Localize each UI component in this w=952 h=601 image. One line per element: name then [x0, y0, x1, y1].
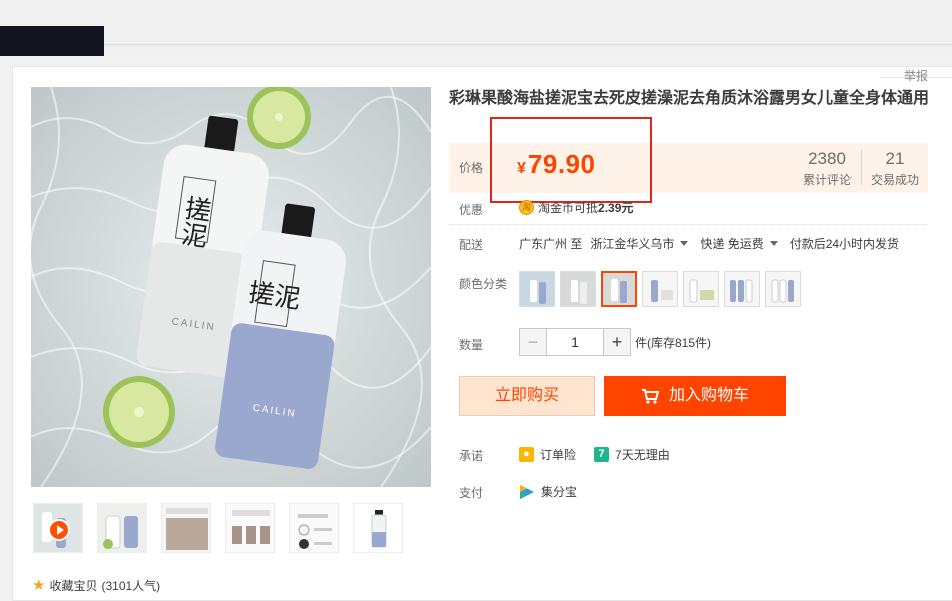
- thumbnail-3[interactable]: [161, 503, 211, 553]
- thumbnail-image: [162, 504, 210, 552]
- quantity-input[interactable]: 1: [547, 328, 603, 356]
- sku-option[interactable]: [560, 271, 596, 307]
- destination-text: 浙江金华义乌市: [590, 237, 675, 251]
- shipping-method-text: 快递 免运费: [700, 237, 764, 251]
- quantity-increase-button[interactable]: +: [603, 328, 631, 356]
- coupon-prefix: 淘金币可抵: [538, 201, 599, 215]
- thumbnail-strip: [33, 503, 403, 553]
- coupon-info: 淘 淘金币可抵2.39元: [519, 199, 633, 216]
- quantity-label: 数量: [459, 338, 484, 352]
- sku-thumbnail: [766, 272, 800, 306]
- thumbnail-image: [290, 504, 338, 552]
- sku-option[interactable]: [724, 271, 760, 307]
- dark-header-block: [0, 26, 104, 56]
- play-icon[interactable]: [48, 519, 70, 541]
- sku-thumbnail: [643, 272, 677, 306]
- price-label: 价格: [459, 161, 484, 175]
- favorite-count: (3101人气): [101, 579, 161, 593]
- thumbnail-6[interactable]: [353, 503, 403, 553]
- sku-option[interactable]: [765, 271, 801, 307]
- favorite-label: 收藏宝贝: [49, 579, 98, 593]
- add-to-cart-button[interactable]: 加入购物车: [604, 376, 786, 416]
- shipping-label: 配送: [459, 238, 484, 252]
- thumbnail-image: [226, 504, 274, 552]
- add-to-cart-label: 加入购物车: [668, 387, 749, 404]
- stock-text: 件(库存815件): [635, 335, 712, 350]
- sku-thumbnail: [561, 272, 595, 306]
- sku-label: 颜色分类: [459, 277, 508, 291]
- main-product-image[interactable]: 搓泥 CAILIN 搓泥 CAILIN: [31, 87, 431, 487]
- quantity-decrease-button[interactable]: −: [519, 328, 547, 356]
- quantity-stepper: − 1 + 件(库存815件): [519, 328, 711, 356]
- sku-thumbnail: [520, 272, 554, 306]
- payment-method[interactable]: 集分宝: [541, 483, 577, 500]
- cart-icon: [641, 389, 659, 404]
- sales-count-label: 交易成功: [870, 173, 919, 187]
- review-count: 2380: [808, 149, 846, 168]
- shipping-destination[interactable]: 浙江金华义乌市: [590, 235, 700, 252]
- thumbnail-5[interactable]: [289, 503, 339, 553]
- payment-label: 支付: [459, 486, 484, 500]
- divider: [104, 44, 952, 45]
- top-banner: [0, 0, 952, 56]
- star-icon: ★: [32, 577, 46, 594]
- divider: [449, 224, 928, 225]
- payment-info: 集分宝: [519, 483, 577, 500]
- sku-thumbnail: [684, 272, 718, 306]
- review-count-label: 累计评论: [802, 173, 851, 187]
- buy-now-button[interactable]: 立即购买: [459, 376, 595, 416]
- shipping-from: 广东广州 至: [519, 237, 583, 251]
- divider: [861, 149, 862, 185]
- coupon-amount: 2.39元: [598, 201, 634, 215]
- sku-thumbnail: [725, 272, 759, 306]
- sku-thumbnail: [603, 273, 635, 305]
- product-title: 彩琳果酸海盐搓泥宝去死皮搓澡泥去角质沐浴露男女儿童全身体通用: [449, 90, 930, 107]
- product-photo: 搓泥 CAILIN 搓泥 CAILIN: [31, 87, 431, 487]
- coupon-text: 淘金币可抵2.39元: [538, 199, 633, 216]
- sku-option[interactable]: [683, 271, 719, 307]
- sku-option[interactable]: [519, 271, 555, 307]
- thumbnail-image: [98, 504, 146, 552]
- taobao-coin-icon: 淘: [519, 200, 534, 215]
- order-insurance-icon: ●: [519, 447, 534, 462]
- thumbnail-4[interactable]: [225, 503, 275, 553]
- promise-list: ● 订单险 7 7天无理由: [519, 446, 670, 463]
- chevron-down-icon: [680, 241, 689, 246]
- coupon-label: 优惠: [459, 203, 484, 217]
- report-link[interactable]: 举报: [904, 67, 928, 84]
- sku-options: [519, 271, 801, 307]
- thumbnail-image: [354, 504, 402, 552]
- shipping-method[interactable]: 快递 免运费: [700, 235, 789, 252]
- jifenbao-icon: [520, 484, 534, 499]
- price-highlight-box: [490, 117, 652, 203]
- seven-day-return-icon: 7: [594, 447, 610, 462]
- chevron-down-icon: [769, 241, 778, 246]
- lime-slice: [247, 87, 311, 149]
- sku-option-selected[interactable]: [601, 271, 637, 307]
- promise-label: 承诺: [459, 449, 484, 463]
- thumbnail-2[interactable]: [97, 503, 147, 553]
- sales-count-stat: 21 交易成功: [867, 149, 923, 188]
- order-insurance-link[interactable]: 订单险: [540, 446, 576, 463]
- delivery-time: 付款后24小时内发货: [789, 237, 900, 251]
- sku-option[interactable]: [642, 271, 678, 307]
- favorite-button[interactable]: ★ 收藏宝贝 (3101人气): [32, 577, 160, 594]
- shipping-info: 广东广州 至 浙江金华义乌市 快递 免运费 付款后24小时内发货: [519, 235, 899, 252]
- review-count-stat[interactable]: 2380 累计评论: [799, 149, 855, 188]
- sales-count: 21: [885, 149, 905, 168]
- seven-day-return-link[interactable]: 7天无理由: [615, 446, 670, 463]
- thumbnail-video[interactable]: [33, 503, 83, 553]
